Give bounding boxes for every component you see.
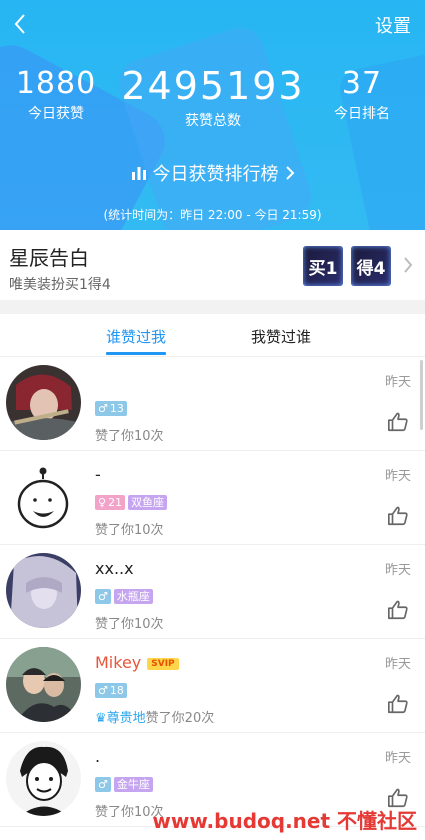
female-icon: ♀ (98, 496, 107, 509)
like-count-value: 赞了你20次 (145, 711, 215, 726)
gender-age-tag: ♂ 13 (95, 401, 127, 416)
tag-row: ♂ 水瓶座 (95, 589, 153, 604)
timestamp: 昨天 (384, 375, 411, 390)
like-count-text: 赞了你10次 (95, 617, 164, 632)
tab-who-liked-me[interactable]: 谁赞过我 (106, 326, 166, 347)
today-rank-value: 37 (341, 66, 383, 101)
nickname: xx..x (95, 559, 134, 578)
back-arrow-icon (14, 14, 25, 34)
gender-age-tag: ♀ 21 (95, 495, 126, 510)
tab-who-i-liked[interactable]: 我赞过谁 (251, 326, 311, 347)
zodiac-tag: 金牛座 (113, 777, 153, 792)
promo-subtitle: 唯美装扮买1得4 (9, 277, 111, 293)
like-back-button[interactable] (387, 693, 409, 719)
today-likes-stat: 1880 今日获赞 (10, 66, 102, 123)
promo-badge-get: 得4 (351, 246, 391, 286)
like-back-button[interactable] (387, 411, 409, 437)
like-count-text: 赞了你10次 (95, 523, 164, 538)
timestamp: 昨天 (384, 563, 411, 578)
male-icon: ♂ (98, 590, 108, 603)
watermark-cn: 不懂社区 (337, 809, 417, 833)
chevron-right-icon (285, 166, 294, 180)
today-rank-stat: 37 今日排名 (322, 66, 402, 123)
avatar[interactable] (6, 647, 81, 722)
today-rank-label: 今日排名 (334, 106, 390, 122)
nickname: . (95, 747, 101, 766)
tag-row: ♂ 13 (95, 401, 127, 416)
list-item[interactable]: xx..x ♂ 水瓶座 赞了你10次 昨天 (0, 545, 425, 639)
male-icon: ♂ (98, 402, 108, 415)
zodiac-tag: 双鱼座 (128, 495, 168, 510)
today-likes-value: 1880 (15, 66, 97, 101)
section-divider (0, 300, 425, 314)
scrollbar[interactable] (420, 360, 423, 430)
active-tab-indicator (106, 352, 166, 355)
bar-chart-icon (131, 167, 146, 180)
tag-row: ♂ 金牛座 (95, 777, 153, 792)
avatar[interactable] (6, 553, 81, 628)
timestamp: 昨天 (384, 751, 411, 766)
svip-badge: SVIP (147, 657, 179, 670)
like-count-text: ♛尊贵地赞了你20次 (95, 707, 214, 726)
promo-title: 星辰告白 (9, 246, 89, 270)
tag-row: ♂ 18 (95, 683, 127, 698)
thumbs-up-icon (388, 694, 408, 714)
age-label: 21 (108, 496, 123, 509)
avatar[interactable] (6, 365, 81, 440)
promo-badge-buy: 买1 (303, 246, 343, 286)
nickname: - (95, 465, 101, 484)
thumbs-up-icon (388, 412, 408, 432)
nickname: Mikey SVIP (95, 653, 179, 672)
crown-icon: ♛ (95, 711, 107, 726)
like-count-text: 赞了你10次 (95, 429, 164, 444)
tag-row: ♀ 21 双鱼座 (95, 495, 168, 510)
male-icon: ♂ (98, 778, 108, 791)
thumbs-up-icon (388, 600, 408, 620)
list-item[interactable]: ♂ 13 赞了你10次 昨天 (0, 357, 425, 451)
list-item[interactable]: - ♀ 21 双鱼座 赞了你10次 昨天 (0, 451, 425, 545)
today-likes-label: 今日获赞 (28, 106, 84, 122)
tab-bar: 谁赞过我 我赞过谁 (0, 314, 425, 357)
gender-age-tag: ♂ 18 (95, 683, 127, 698)
like-back-button[interactable] (387, 599, 409, 625)
list-item[interactable]: Mikey SVIP ♂ 18 ♛尊贵地赞了你20次 昨天 (0, 639, 425, 733)
vip-like-label: 尊贵地 (106, 711, 146, 726)
avatar[interactable] (6, 741, 81, 816)
settings-button[interactable]: 设置 (375, 12, 411, 38)
header-banner: 设置 1880 今日获赞 2495193 获赞总数 37 今日排名 今日获赞排行… (0, 0, 425, 230)
male-icon: ♂ (98, 684, 108, 697)
ranking-link-label: 今日获赞排行榜 (152, 164, 279, 185)
gender-tag: ♂ (95, 777, 111, 792)
ranking-link[interactable]: 今日获赞排行榜 (0, 160, 425, 186)
watermark: www.budoq.net 不懂社区 (152, 805, 417, 834)
timestamp: 昨天 (384, 469, 411, 484)
avatar[interactable] (6, 459, 81, 534)
chevron-right-icon (403, 256, 413, 278)
age-label: 13 (109, 402, 124, 415)
promo-banner[interactable]: 星辰告白 唯美装扮买1得4 买1 得4 (0, 230, 425, 300)
total-likes-stat: 2495193 获赞总数 (118, 64, 308, 130)
total-likes-value: 2495193 (121, 64, 305, 108)
age-label: 18 (109, 684, 124, 697)
total-likes-label: 获赞总数 (185, 113, 241, 129)
like-back-button[interactable] (387, 505, 409, 531)
thumbs-up-icon (388, 506, 408, 526)
zodiac-tag: 水瓶座 (113, 589, 153, 604)
watermark-url: www.budoq.net (152, 809, 331, 833)
likes-list: ♂ 13 赞了你10次 昨天 - ♀ 21 双鱼座 赞了你10次 昨天 xx..… (0, 357, 425, 827)
vip-nickname: Mikey (95, 653, 142, 672)
stat-period: (统计时间为：昨日 22:00 - 今日 21:59) (103, 208, 322, 222)
back-button[interactable] (8, 10, 32, 38)
gender-tag: ♂ (95, 589, 111, 604)
timestamp: 昨天 (384, 657, 411, 672)
